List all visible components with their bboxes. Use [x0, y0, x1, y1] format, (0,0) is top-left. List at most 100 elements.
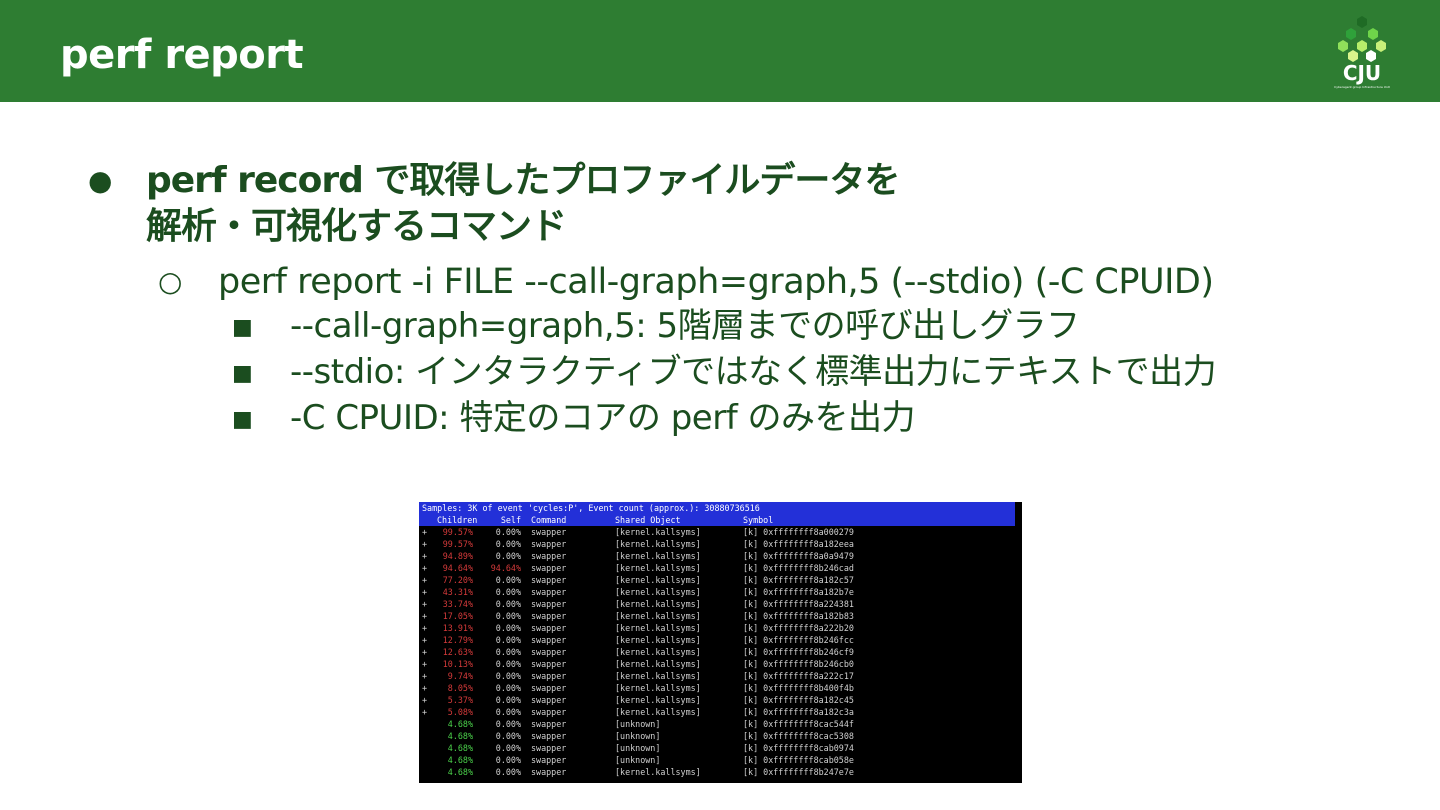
symbol-address: [k] 0xffffffff8b246cb0 — [743, 659, 854, 669]
self-percent: 0.00% — [495, 755, 521, 765]
table-row[interactable]: +8.05% 0.00% swapper [kernel.kallsyms] [k] 0… — [419, 682, 1022, 694]
terminal-column-headers: Children Self Command Shared Object Symb… — [419, 514, 1015, 526]
table-row[interactable]: +17.05% 0.00% swapper [kernel.kallsyms] [k] … — [419, 610, 1022, 622]
children-percent: 12.63% — [442, 647, 473, 657]
bullet-marker: ■ — [232, 407, 253, 432]
col-self: Self — [500, 515, 521, 525]
command-name: swapper — [531, 695, 567, 705]
symbol-address: [k] 0xffffffff8a182c45 — [743, 695, 854, 705]
table-row[interactable]: 4.68% 0.00% swapper [unknown] [k] 0xffffffff… — [419, 754, 1022, 766]
shared-object: [kernel.kallsyms] — [615, 671, 701, 681]
shared-object: [kernel.kallsyms] — [615, 563, 701, 573]
table-row[interactable]: +9.74% 0.00% swapper [kernel.kallsyms] [k] 0… — [419, 670, 1022, 682]
children-percent: 8.05% — [447, 683, 473, 693]
shared-object: [kernel.kallsyms] — [615, 695, 701, 705]
expand-marker: + — [422, 527, 428, 537]
slide-header: perf report CJU Cyberagent group Infrast… — [0, 0, 1440, 102]
self-percent: 0.00% — [495, 683, 521, 693]
self-percent: 0.00% — [495, 659, 521, 669]
children-percent: 43.31% — [442, 587, 473, 597]
children-percent: 5.08% — [447, 707, 473, 717]
table-row[interactable]: +94.64% 94.64% swapper [kernel.kallsyms] [k]… — [419, 562, 1022, 574]
table-row[interactable]: +12.63% 0.00% swapper [kernel.kallsyms] [k] … — [419, 646, 1022, 658]
option-text: -C CPUID: 特定のコアの perf のみを出力 — [290, 398, 915, 438]
children-percent: 77.20% — [442, 575, 473, 585]
table-row[interactable]: +10.13% 0.00% swapper [kernel.kallsyms] [k] … — [419, 658, 1022, 670]
shared-object: [kernel.kallsyms] — [615, 707, 701, 717]
shared-object: [kernel.kallsyms] — [615, 539, 701, 549]
shared-object: [kernel.kallsyms] — [615, 551, 701, 561]
table-row[interactable]: +12.79% 0.00% swapper [kernel.kallsyms] [k] … — [419, 634, 1022, 646]
terminal-rows: +99.57% 0.00% swapper [kernel.kallsyms] [k] … — [419, 526, 1022, 778]
logo-text: CJU — [1343, 61, 1381, 85]
table-row[interactable]: +13.91% 0.00% swapper [kernel.kallsyms] [k] … — [419, 622, 1022, 634]
expand-marker: + — [422, 599, 428, 609]
symbol-address: [k] 0xffffffff8b246cad — [743, 563, 854, 573]
children-percent: 4.68% — [447, 755, 473, 765]
command-name: swapper — [531, 599, 567, 609]
children-percent: 17.05% — [442, 611, 473, 621]
bullet-marker: ● — [88, 164, 112, 197]
table-row[interactable]: 4.68% 0.00% swapper [unknown] [k] 0xffffffff… — [419, 718, 1022, 730]
table-row[interactable]: +99.57% 0.00% swapper [kernel.kallsyms] [k] … — [419, 526, 1022, 538]
terminal-header-bar: Samples: 3K of event 'cycles:P', Event c… — [419, 502, 1015, 526]
self-percent: 0.00% — [495, 623, 521, 633]
bullet-marker: ○ — [158, 265, 182, 298]
shared-object: [unknown] — [615, 755, 661, 765]
symbol-address: [k] 0xffffffff8b400f4b — [743, 683, 854, 693]
expand-marker: + — [422, 647, 428, 657]
table-row[interactable]: 4.68% 0.00% swapper [kernel.kallsyms] [k] 0x… — [419, 766, 1022, 778]
symbol-address: [k] 0xffffffff8cac5308 — [743, 731, 854, 741]
table-row[interactable]: +5.08% 0.00% swapper [kernel.kallsyms] [k] 0… — [419, 706, 1022, 718]
cju-logo-icon: CJU Cyberagent group Infrastructure Unit — [1334, 16, 1391, 89]
symbol-address: [k] 0xffffffff8a222c17 — [743, 671, 854, 681]
table-row[interactable]: 4.68% 0.00% swapper [unknown] [k] 0xffffffff… — [419, 742, 1022, 754]
children-percent: 94.89% — [442, 551, 473, 561]
children-percent: 4.68% — [447, 743, 473, 753]
shared-object: [kernel.kallsyms] — [615, 599, 701, 609]
expand-marker: + — [422, 635, 428, 645]
expand-marker: + — [422, 659, 428, 669]
shared-object: [kernel.kallsyms] — [615, 683, 701, 693]
symbol-address: [k] 0xffffffff8cac544f — [743, 719, 854, 729]
self-percent: 94.64% — [490, 563, 521, 573]
children-percent: 5.37% — [447, 695, 473, 705]
self-percent: 0.00% — [495, 731, 521, 741]
command-name: swapper — [531, 647, 567, 657]
command-name: swapper — [531, 623, 567, 633]
command-name: swapper — [531, 539, 567, 549]
expand-marker: + — [422, 563, 428, 573]
table-row[interactable]: +99.57% 0.00% swapper [kernel.kallsyms] [k] … — [419, 538, 1022, 550]
symbol-address: [k] 0xffffffff8b246cf9 — [743, 647, 854, 657]
table-row[interactable]: 4.68% 0.00% swapper [unknown] [k] 0xffffffff… — [419, 730, 1022, 742]
expand-marker: + — [422, 671, 428, 681]
command-name: swapper — [531, 719, 567, 729]
shared-object: [kernel.kallsyms] — [615, 635, 701, 645]
table-row[interactable]: +94.89% 0.00% swapper [kernel.kallsyms] [k] … — [419, 550, 1022, 562]
symbol-address: [k] 0xffffffff8a182b7e — [743, 587, 854, 597]
children-percent: 99.57% — [442, 539, 473, 549]
children-percent: 4.68% — [447, 731, 473, 741]
command-name: swapper — [531, 611, 567, 621]
table-row[interactable]: +77.20% 0.00% swapper [kernel.kallsyms] [k] … — [419, 574, 1022, 586]
command-name: swapper — [531, 587, 567, 597]
self-percent: 0.00% — [495, 707, 521, 717]
symbol-address: [k] 0xffffffff8b247e7e — [743, 767, 854, 777]
symbol-address: [k] 0xffffffff8b246fcc — [743, 635, 854, 645]
col-symbol: Symbol — [743, 515, 774, 525]
self-percent: 0.00% — [495, 599, 521, 609]
children-percent: 94.64% — [442, 563, 473, 573]
symbol-address: [k] 0xffffffff8cab0974 — [743, 743, 854, 753]
shared-object: [unknown] — [615, 743, 661, 753]
col-command: Command — [531, 515, 567, 525]
terminal-summary: Samples: 3K of event 'cycles:P', Event c… — [419, 502, 1015, 514]
self-percent: 0.00% — [495, 551, 521, 561]
command-name: swapper — [531, 659, 567, 669]
table-row[interactable]: +5.37% 0.00% swapper [kernel.kallsyms] [k] 0… — [419, 694, 1022, 706]
self-percent: 0.00% — [495, 635, 521, 645]
self-percent: 0.00% — [495, 719, 521, 729]
table-row[interactable]: +43.31% 0.00% swapper [kernel.kallsyms] [k] … — [419, 586, 1022, 598]
command-name: swapper — [531, 707, 567, 717]
children-percent: 33.74% — [442, 599, 473, 609]
table-row[interactable]: +33.74% 0.00% swapper [kernel.kallsyms] [k] … — [419, 598, 1022, 610]
